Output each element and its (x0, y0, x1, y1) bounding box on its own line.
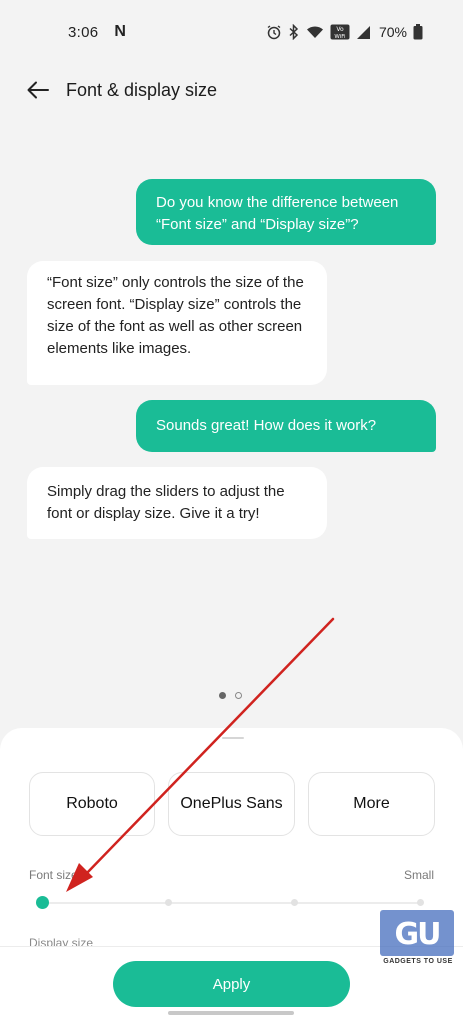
battery-icon (413, 24, 423, 40)
back-arrow-icon[interactable] (26, 78, 50, 102)
bluetooth-icon (289, 24, 299, 40)
font-size-label: Font size (29, 868, 78, 882)
sheet-handle[interactable] (222, 737, 244, 739)
page-title: Font & display size (66, 79, 218, 100)
font-option-more[interactable]: More (308, 772, 435, 836)
page-indicator (219, 692, 242, 699)
page-dot-inactive (235, 692, 242, 699)
status-icons: Vo WiFi 70% (266, 24, 423, 40)
chat-bubble-received: “Font size” only controls the size of th… (27, 261, 327, 385)
slider-track (42, 902, 422, 904)
slider-thumb[interactable] (36, 896, 49, 909)
watermark-text: GADGETS TO USE (383, 958, 453, 965)
vowifi-icon: VoWiFi (330, 24, 350, 40)
signal-icon (356, 25, 370, 39)
svg-text:WiFi: WiFi (334, 34, 346, 40)
watermark-logo: GU (394, 916, 442, 952)
app-header: Font & display size (0, 64, 463, 116)
chat-bubble-sent: Do you know the difference between “Font… (136, 179, 436, 245)
slider-tick (291, 899, 298, 906)
alarm-icon (267, 25, 281, 40)
gadgets-to-use-watermark: GU GADGETS TO USE (378, 910, 458, 968)
font-size-small-label: Small (403, 868, 434, 882)
slider-tick (417, 899, 424, 906)
chat-bubble-received: Simply drag the sliders to adjust the fo… (27, 467, 327, 539)
battery-percent: 70% (378, 24, 407, 40)
font-option-roboto[interactable]: Roboto (29, 772, 155, 836)
font-settings-sheet: Roboto OnePlus Sans More Font size Small… (0, 728, 463, 1024)
font-option-oneplus-sans[interactable]: OnePlus Sans (168, 772, 295, 836)
wifi-icon (306, 26, 323, 38)
apply-button[interactable]: Apply (113, 961, 350, 1007)
display-size-label: Display size (29, 936, 94, 946)
slider-tick (165, 899, 172, 906)
svg-text:Vo: Vo (336, 26, 344, 33)
page-dot-active (219, 692, 226, 699)
font-size-slider[interactable] (36, 896, 428, 910)
status-time: 3:06 (68, 23, 99, 41)
notification-n-icon: N (114, 23, 126, 40)
gesture-nav-bar[interactable] (168, 1011, 294, 1015)
chat-bubble-sent: Sounds great! How does it work? (136, 400, 436, 452)
status-bar: 3:06 N Vo WiFi 70% (0, 0, 463, 64)
